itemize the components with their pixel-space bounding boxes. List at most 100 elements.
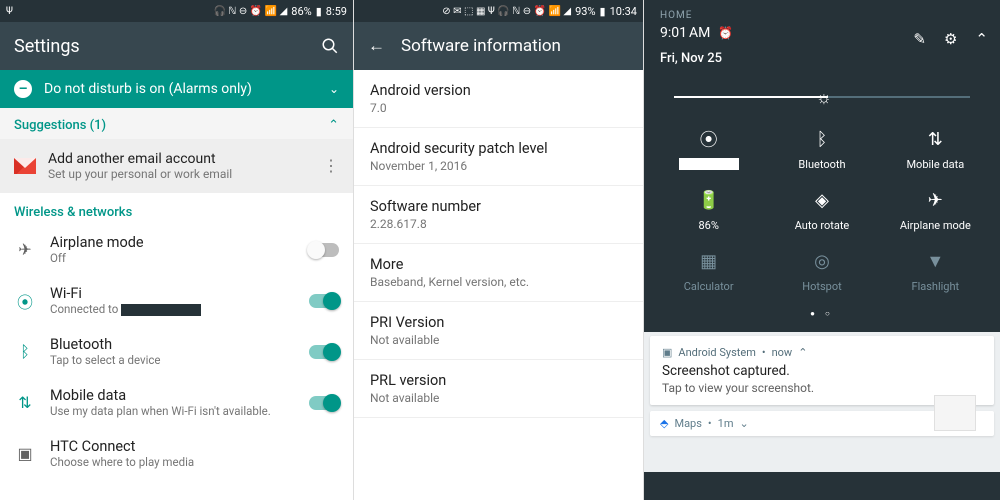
more-icon[interactable]: ⋮	[323, 163, 339, 169]
battery-icon: 🔋	[697, 189, 719, 211]
notification-screenshot[interactable]: ▣Android System • now ⌃ Screenshot captu…	[650, 336, 994, 405]
battery-icon: ▮	[600, 5, 606, 18]
row-wifi[interactable]: ⦿ Wi-FiConnected to	[0, 275, 353, 326]
gear-icon[interactable]: ⚙	[944, 30, 957, 48]
quick-settings-panel: HOME 9:01 AM ⏰ Fri, Nov 25 ✎ ⚙ ⌃ ☼ ⦿ ᛒBl…	[644, 0, 1000, 500]
wifi-ssid-redacted	[679, 158, 739, 170]
suggestions-header-text: Suggestions (1)	[14, 118, 106, 133]
notif-title: Screenshot captured.	[662, 363, 982, 379]
chevron-down-icon[interactable]: ⌄	[739, 417, 748, 430]
tile-battery[interactable]: 🔋86%	[652, 189, 765, 232]
tile-flashlight[interactable]: ▼Flashlight	[879, 250, 992, 293]
search-icon[interactable]	[321, 37, 339, 55]
back-icon[interactable]: ←	[368, 36, 385, 56]
page-indicator: ● ○	[644, 299, 1000, 332]
qs-tiles: ⦿ ᛒBluetooth ⇅Mobile data 🔋86% ◈Auto rot…	[644, 122, 1000, 299]
dnd-text: Do not disturb is on (Alarms only)	[44, 81, 317, 97]
notif-when: now	[772, 346, 793, 359]
qs-home-label: HOME	[644, 0, 1000, 25]
airplane-sub: Off	[50, 251, 295, 265]
tile-wifi[interactable]: ⦿	[652, 128, 765, 171]
mobiledata-toggle[interactable]	[309, 396, 339, 410]
wifi-icon: ⦿	[700, 128, 718, 150]
software-info-panel: ⊘ ✉ ⬚ ▦ Ψ 🎧 ℕ ⊖ ⏰ 📶 ◢ 93% ▮ 10:34 ← Soft…	[354, 0, 644, 500]
app-bar: Settings	[0, 22, 353, 70]
row-mobiledata[interactable]: ⇅ Mobile dataUse my data plan when Wi-Fi…	[0, 377, 353, 428]
chevron-up-icon[interactable]: ⌃	[975, 30, 988, 48]
airplane-toggle[interactable]	[309, 243, 339, 257]
battery-icon: ▮	[316, 5, 322, 18]
qs-actions: ✎ ⚙ ⌃	[913, 30, 988, 48]
maps-icon: ⬘	[660, 417, 668, 430]
app-bar: ← Software information	[354, 22, 643, 70]
htc-title: HTC Connect	[50, 438, 339, 455]
status-bar: ⊘ ✉ ⬚ ▦ Ψ 🎧 ℕ ⊖ ⏰ 📶 ◢ 93% ▮ 10:34	[354, 0, 643, 22]
notification-shade: ▣Android System • now ⌃ Screenshot captu…	[644, 332, 1000, 472]
mobiledata-sub: Use my data plan when Wi-Fi isn't availa…	[50, 404, 295, 418]
status-bar: Ψ 🎧 ℕ ⊖ ⏰ 📶 ◢ 86% ▮ 8:59	[0, 0, 353, 22]
page-title: Settings	[14, 36, 80, 57]
wifi-sub: Connected to	[50, 302, 295, 316]
chevron-up-icon[interactable]: ⌃	[798, 346, 807, 359]
row-htc-connect[interactable]: ▣ HTC ConnectChoose where to play media	[0, 428, 353, 479]
mobiledata-icon: ⇅	[14, 393, 36, 412]
suggestion-title: Add another email account	[48, 151, 311, 167]
brightness-thumb-icon[interactable]: ☼	[816, 88, 834, 106]
qs-ampm: AM	[689, 25, 710, 41]
wifi-title: Wi-Fi	[50, 285, 295, 302]
rotate-icon: ◈	[815, 189, 829, 211]
suggestion-sub: Set up your personal or work email	[48, 167, 311, 181]
tile-hotspot[interactable]: ◎Hotspot	[765, 250, 878, 293]
battery-text: 93%	[575, 5, 595, 18]
bluetooth-toggle[interactable]	[309, 345, 339, 359]
page-title: Software information	[401, 36, 561, 56]
airplane-icon: ✈	[928, 189, 943, 211]
section-wireless: Wireless & networks	[0, 193, 353, 224]
maps-app: Maps	[674, 417, 701, 430]
row-more[interactable]: MoreBaseband, Kernel version, etc.	[354, 244, 643, 302]
chevron-up-icon[interactable]: ⌃	[328, 118, 339, 133]
notif-app: Android System	[678, 346, 755, 359]
dnd-banner[interactable]: – Do not disturb is on (Alarms only) ⌄	[0, 70, 353, 108]
tile-autorotate[interactable]: ◈Auto rotate	[765, 189, 878, 232]
calculator-icon: ▦	[700, 250, 717, 272]
row-prl-version[interactable]: PRL versionNot available	[354, 360, 643, 418]
bluetooth-title: Bluetooth	[50, 336, 295, 353]
dnd-icon: –	[14, 80, 32, 98]
tile-mobiledata[interactable]: ⇅Mobile data	[879, 128, 992, 171]
edit-icon[interactable]: ✎	[913, 30, 926, 48]
row-android-version[interactable]: Android version7.0	[354, 70, 643, 128]
screenshot-thumbnail	[934, 395, 976, 431]
airplane-title: Airplane mode	[50, 234, 295, 251]
tile-bluetooth[interactable]: ᛒBluetooth	[765, 128, 878, 171]
tile-calculator[interactable]: ▦Calculator	[652, 250, 765, 293]
tile-airplane[interactable]: ✈Airplane mode	[879, 189, 992, 232]
cast-icon: ▣	[14, 444, 36, 463]
clock-text: 10:34	[610, 5, 637, 18]
row-airplane[interactable]: ✈ Airplane modeOff	[0, 224, 353, 275]
maps-when: 1m	[718, 417, 734, 430]
alarm-icon: ⏰	[718, 26, 733, 40]
android-icon: ▣	[662, 346, 672, 359]
suggestions-header[interactable]: Suggestions (1) ⌃	[0, 108, 353, 139]
wifi-toggle[interactable]	[309, 294, 339, 308]
wifi-icon: ⦿	[14, 289, 36, 313]
htc-sub: Choose where to play media	[50, 455, 339, 469]
settings-panel: Ψ 🎧 ℕ ⊖ ⏰ 📶 ◢ 86% ▮ 8:59 Settings – Do n…	[0, 0, 354, 500]
wifi-ssid-redacted	[121, 304, 201, 316]
chevron-down-icon[interactable]: ⌄	[329, 82, 339, 96]
row-bluetooth[interactable]: ᛒ BluetoothTap to select a device	[0, 326, 353, 377]
row-security-patch[interactable]: Android security patch levelNovember 1, …	[354, 128, 643, 186]
row-pri-version[interactable]: PRI VersionNot available	[354, 302, 643, 360]
bluetooth-icon: ᛒ	[817, 128, 828, 150]
brightness-slider[interactable]: ☼	[674, 82, 970, 112]
status-icons: 🎧 ℕ ⊖ ⏰ 📶 ◢	[213, 6, 287, 17]
bluetooth-sub: Tap to select a device	[50, 353, 295, 367]
qs-date[interactable]: Fri, Nov 25	[644, 51, 1000, 78]
airplane-icon: ✈	[14, 240, 36, 259]
suggestion-item[interactable]: Add another email account Set up your pe…	[0, 139, 353, 193]
status-icons: ⊘ ✉ ⬚ ▦ Ψ 🎧 ℕ ⊖ ⏰ 📶 ◢	[442, 6, 571, 17]
row-software-number[interactable]: Software number2.28.617.8	[354, 186, 643, 244]
flashlight-icon: ▼	[926, 250, 944, 272]
usb-icon: Ψ	[6, 6, 13, 17]
